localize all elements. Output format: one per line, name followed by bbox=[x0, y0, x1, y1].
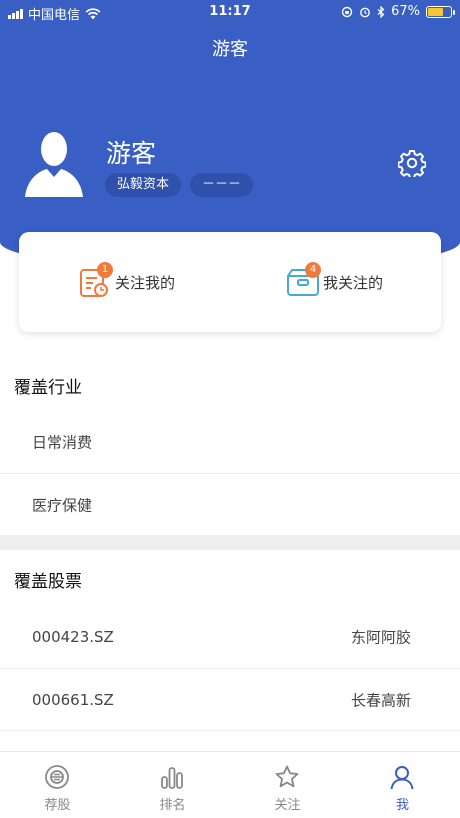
stock-row[interactable]: 000661.SZ 长春高新 bbox=[0, 668, 460, 730]
tab-ranking[interactable]: 排名 bbox=[115, 752, 230, 818]
following-label: 我关注的 bbox=[323, 273, 384, 292]
position-tag: －－－ bbox=[190, 173, 254, 197]
industry-name: 日常消费 bbox=[32, 433, 93, 452]
battery-percent: 67% bbox=[391, 4, 420, 19]
section-divider bbox=[0, 535, 460, 550]
username: 游客 bbox=[106, 139, 157, 168]
tab-bar: 荐股 排名 关注 我 bbox=[0, 751, 460, 818]
tab-label: 关注 bbox=[274, 798, 301, 813]
rotation-lock-icon bbox=[341, 6, 353, 17]
following-button[interactable]: 4 我关注的 bbox=[285, 262, 383, 302]
status-bar: 中国电信 11:17 67% bbox=[0, 0, 460, 24]
star-icon bbox=[275, 765, 299, 788]
tab-stock-pick[interactable]: 荐股 bbox=[0, 752, 115, 818]
stock-pick-icon bbox=[45, 765, 69, 789]
person-icon bbox=[390, 766, 414, 790]
followers-badge: 1 bbox=[97, 262, 113, 278]
followers-button[interactable]: 1 关注我的 bbox=[77, 262, 175, 302]
tab-follow[interactable]: 关注 bbox=[230, 752, 345, 818]
stock-code: 000423.SZ bbox=[32, 628, 114, 646]
stock-name: 东阿阿胶 bbox=[350, 628, 411, 647]
stock-name: 长春高新 bbox=[350, 691, 411, 709]
stock-row[interactable]: 000423.SZ 东阿阿胶 bbox=[0, 606, 460, 668]
following-badge: 4 bbox=[305, 262, 321, 278]
industry-row[interactable]: 日常消费 bbox=[0, 411, 460, 473]
tab-label: 荐股 bbox=[44, 798, 71, 813]
stock-code: 000661.SZ bbox=[32, 690, 114, 709]
tab-label: 排名 bbox=[159, 798, 186, 813]
industry-name: 医疗保健 bbox=[32, 496, 93, 514]
avatar[interactable] bbox=[25, 127, 83, 197]
tab-me[interactable]: 我 bbox=[345, 752, 460, 818]
bluetooth-icon bbox=[377, 5, 385, 18]
industry-row[interactable]: 医疗保健 bbox=[0, 473, 460, 535]
page-title: 游客 bbox=[212, 39, 248, 60]
company-tag: 弘毅资本 bbox=[105, 173, 182, 197]
follow-card: 1 关注我的 4 我关注的 bbox=[19, 232, 441, 332]
stocks-title: 覆盖股票 bbox=[14, 572, 82, 592]
followers-label: 关注我的 bbox=[115, 273, 176, 292]
battery-icon bbox=[426, 5, 455, 18]
ranking-icon bbox=[161, 767, 183, 789]
alarm-icon bbox=[360, 7, 370, 17]
settings-gear-icon[interactable] bbox=[398, 149, 426, 177]
tab-label: 我 bbox=[395, 798, 409, 813]
industries-title: 覆盖行业 bbox=[14, 378, 82, 398]
